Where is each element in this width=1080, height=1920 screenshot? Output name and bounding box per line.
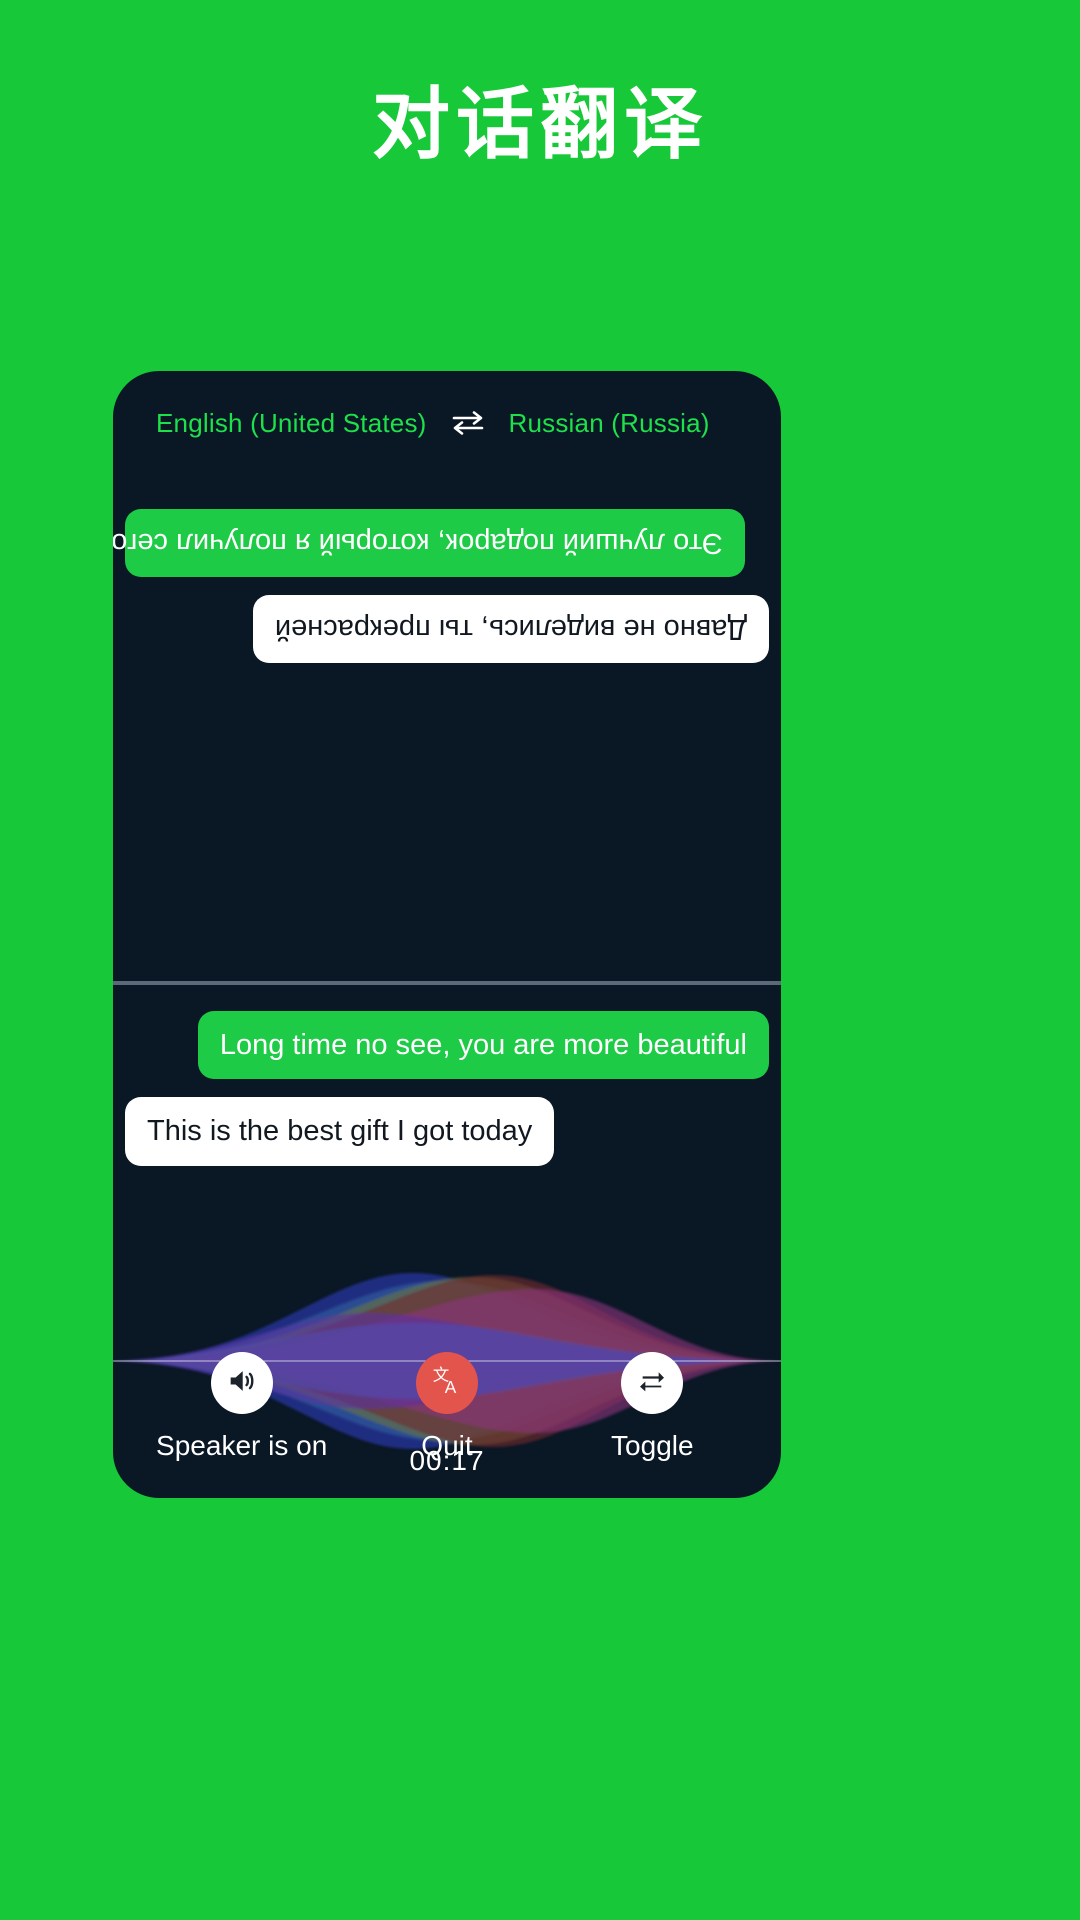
language-bar: English (United States) Russian (Russia) bbox=[113, 371, 781, 475]
swap-horizontal-arrows-icon[interactable] bbox=[445, 410, 491, 436]
message-row: Давно не виделись, ты прекрасней bbox=[125, 595, 769, 664]
page-title: 对话翻译 bbox=[371, 80, 708, 168]
speaker-button[interactable]: Speaker is on bbox=[142, 1352, 342, 1462]
quit-button-circle[interactable]: 文 A bbox=[415, 1352, 478, 1414]
message-row: Long time no see, you are more beautiful bbox=[125, 1011, 769, 1080]
message-bubble[interactable]: Давно не виделись, ты прекрасней bbox=[252, 595, 769, 664]
quit-button-label: Quit bbox=[421, 1430, 473, 1461]
speaker-button-label: Speaker is on bbox=[156, 1430, 328, 1461]
translate-icon: 文 A bbox=[429, 1363, 465, 1404]
toggle-button-circle[interactable] bbox=[621, 1352, 684, 1414]
source-language-selector[interactable]: English (United States) bbox=[156, 408, 427, 439]
toggle-button[interactable]: Toggle bbox=[552, 1352, 752, 1462]
repeat-swap-icon bbox=[636, 1365, 668, 1402]
control-bar: Speaker is on 文 A Quit Toggle bbox=[113, 1352, 781, 1462]
toggle-button-label: Toggle bbox=[611, 1430, 694, 1461]
message-bubble[interactable]: Это лучший подарок, который я получил се… bbox=[113, 509, 745, 578]
speaker-on-icon bbox=[225, 1364, 259, 1403]
conversation-pane-top: Давно не виделись, ты прекрасней Это луч… bbox=[113, 475, 781, 983]
target-language-selector[interactable]: Russian (Russia) bbox=[509, 408, 710, 439]
message-bubble[interactable]: Long time no see, you are more beautiful bbox=[197, 1011, 769, 1080]
conversation-pane-bottom: Long time no see, you are more beautiful… bbox=[113, 985, 781, 1235]
message-row: This is the best gift I got today bbox=[125, 1097, 769, 1166]
phone-panel: English (United States) Russian (Russia)… bbox=[113, 371, 781, 1498]
message-bubble[interactable]: This is the best gift I got today bbox=[125, 1097, 555, 1166]
message-row: Это лучший подарок, который я получил се… bbox=[113, 509, 769, 578]
speaker-button-circle[interactable] bbox=[210, 1352, 273, 1414]
svg-text:A: A bbox=[445, 1377, 457, 1397]
quit-button[interactable]: 文 A Quit bbox=[347, 1352, 547, 1462]
